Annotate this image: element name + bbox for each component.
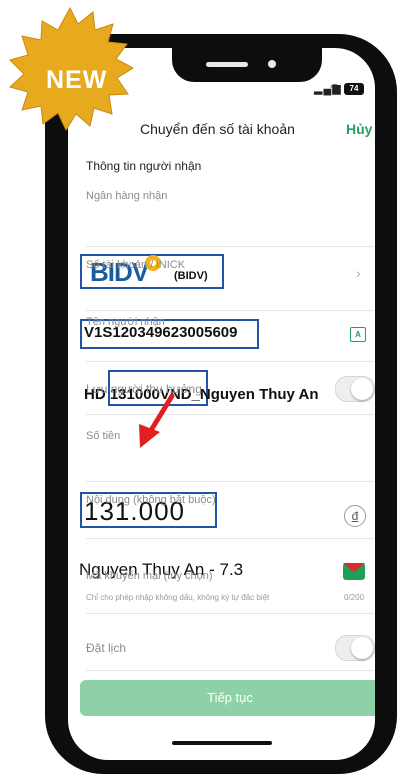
arrow-head <box>139 424 160 448</box>
new-badge: NEW <box>0 0 140 140</box>
new-badge-label: NEW <box>46 66 108 94</box>
arrow-shaft <box>147 393 175 435</box>
